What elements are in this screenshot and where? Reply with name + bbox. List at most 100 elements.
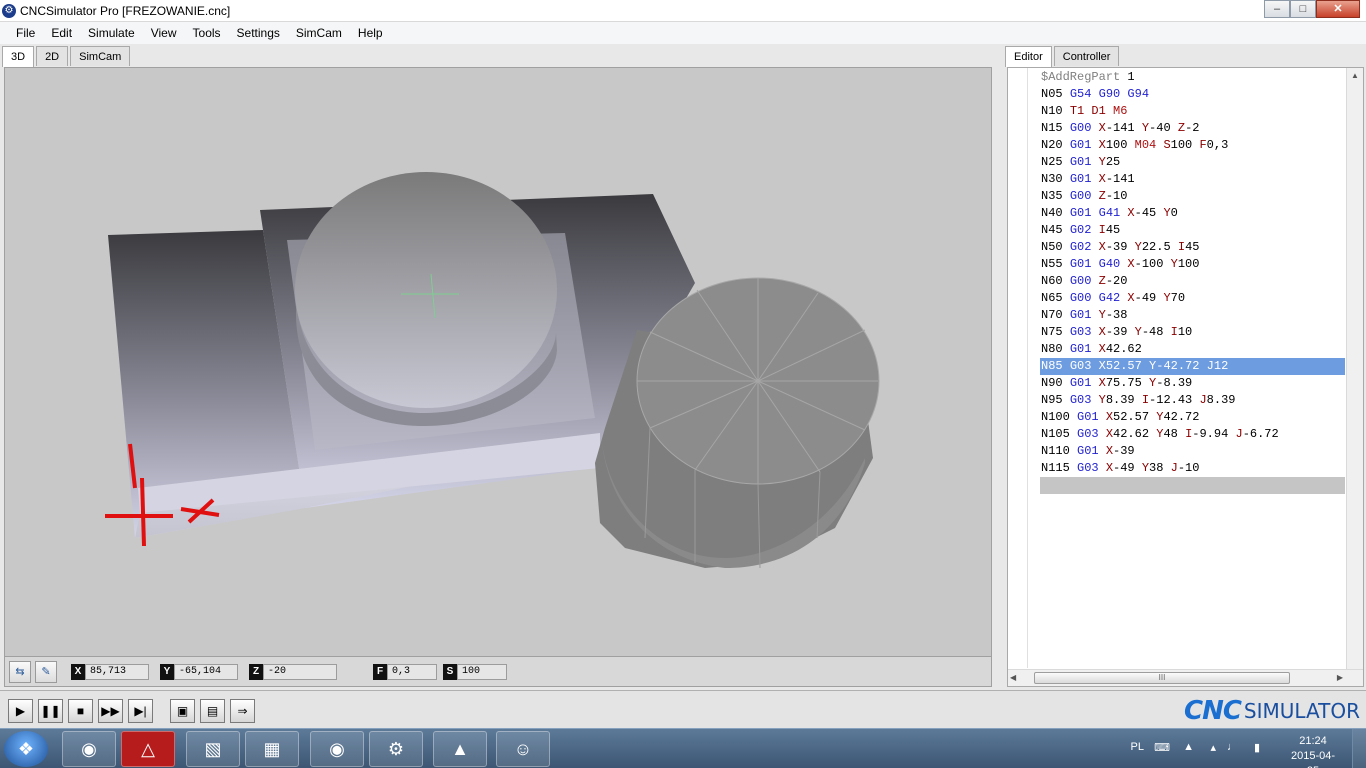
code-line[interactable]: N90 G01 X75.75 Y-8.39 xyxy=(1040,375,1345,392)
code-line[interactable]: N100 G01 X52.57 Y42.72 xyxy=(1040,409,1345,426)
maximize-button[interactable]: □ xyxy=(1290,0,1316,18)
panel-tabs: Editor Controller xyxy=(1005,46,1121,67)
code-line[interactable]: $AddRegPart 1 xyxy=(1040,69,1345,86)
code-line[interactable]: N65 G00 G42 X-49 Y70 xyxy=(1040,290,1345,307)
gimp-icon[interactable]: ☺ xyxy=(496,731,550,767)
acrobat-icon[interactable]: △ xyxy=(121,731,175,767)
file-explorer-icon[interactable]: ▧ xyxy=(186,731,240,767)
code-line[interactable]: N10 T1 D1 M6 xyxy=(1040,103,1345,120)
code-token: -100 xyxy=(1134,257,1171,271)
menu-view[interactable]: View xyxy=(143,22,185,44)
horizontal-scrollbar[interactable]: ◀ III ▶ xyxy=(1008,669,1363,686)
current-edit-line[interactable] xyxy=(1040,477,1345,494)
code-line[interactable]: N105 G03 X42.62 Y48 I-9.94 J-6.72 xyxy=(1040,426,1345,443)
power-icon[interactable]: ▮ xyxy=(1254,741,1260,754)
code-token: 22.5 xyxy=(1141,240,1178,254)
code-line[interactable]: N85 G03 X52.57 Y-42.72 J12 xyxy=(1040,358,1345,375)
save-view-icon[interactable]: ▤ xyxy=(200,699,225,723)
tray-arrow-icon[interactable]: ▲ xyxy=(1183,741,1194,753)
code-token: 0,3 xyxy=(1206,138,1229,152)
code-token: G01 xyxy=(1069,342,1099,356)
code-token: X xyxy=(1098,240,1106,254)
tab-editor[interactable]: Editor xyxy=(1005,46,1052,67)
code-token: N55 xyxy=(1041,257,1070,271)
tab-simcam[interactable]: SimCam xyxy=(70,46,131,66)
play-button[interactable]: ▶ xyxy=(8,699,33,723)
scroll-thumb[interactable]: III xyxy=(1034,672,1290,684)
code-line[interactable]: N20 G01 X100 M04 S100 F0,3 xyxy=(1040,137,1345,154)
export-icon[interactable]: ⇒ xyxy=(230,699,255,723)
speed-coordinate: S 100 xyxy=(443,664,507,680)
code-line[interactable]: N60 G00 Z-20 xyxy=(1040,273,1345,290)
code-token: S xyxy=(1163,138,1171,152)
code-token: -141 xyxy=(1105,121,1142,135)
code-line[interactable]: N30 G01 X-141 xyxy=(1040,171,1345,188)
menu-help[interactable]: Help xyxy=(350,22,391,44)
code-token: N05 xyxy=(1041,87,1070,101)
code-token: I xyxy=(1177,240,1186,254)
code-line[interactable]: N115 G03 X-49 Y38 J-10 xyxy=(1040,460,1345,477)
code-line[interactable]: N110 G01 X-39 xyxy=(1040,443,1345,460)
code-token: -38 xyxy=(1105,308,1128,322)
autocad-icon[interactable]: ▲ xyxy=(433,731,487,767)
menu-tools[interactable]: Tools xyxy=(185,22,229,44)
code-line[interactable]: N15 G00 X-141 Y-40 Z-2 xyxy=(1040,120,1345,137)
code-token: G03 xyxy=(1077,461,1106,475)
code-line[interactable]: N95 G03 Y8.39 I-12.43 J8.39 xyxy=(1040,392,1345,409)
fast-forward-button[interactable]: ▶▶ xyxy=(98,699,123,723)
volume-icon[interactable]: ♩ xyxy=(1227,741,1238,753)
start-button[interactable]: ❖ xyxy=(4,731,48,767)
tab-controller[interactable]: Controller xyxy=(1053,46,1120,66)
frame-view-icon[interactable]: ▣ xyxy=(170,699,195,723)
view-control-icon[interactable]: ⇆ xyxy=(9,661,31,683)
code-line[interactable]: N05 G54 G90 G94 xyxy=(1040,86,1345,103)
tab-3d[interactable]: 3D xyxy=(2,46,35,67)
code-line[interactable]: N50 G02 X-39 Y22.5 I45 xyxy=(1040,239,1345,256)
vertical-scrollbar[interactable]: ▲ xyxy=(1346,68,1363,669)
scroll-right-icon[interactable]: ▶ xyxy=(1337,670,1343,686)
3d-viewport[interactable] xyxy=(4,67,992,657)
scroll-left-icon[interactable]: ◀ xyxy=(1010,670,1016,686)
code-editor[interactable]: $AddRegPart 1 N05 G54 G90 G94 N10 T1 D1 M6… xyxy=(1007,67,1364,687)
tab-2d[interactable]: 2D xyxy=(36,46,69,66)
code-token: -12.43 xyxy=(1149,393,1200,407)
cnc-simulator-task-icon[interactable]: ⚙ xyxy=(369,731,423,767)
code-token: Y xyxy=(1134,240,1142,254)
code-token: -20 xyxy=(1105,274,1128,288)
code-line[interactable]: N80 G01 X42.62 xyxy=(1040,341,1345,358)
menu-simcam[interactable]: SimCam xyxy=(288,22,350,44)
code-line[interactable]: N45 G02 I45 xyxy=(1040,222,1345,239)
language-indicator[interactable]: PL xyxy=(1131,741,1144,753)
code-line[interactable]: N75 G03 X-39 Y-48 I10 xyxy=(1040,324,1345,341)
brush-icon[interactable]: ✎ xyxy=(35,661,57,683)
feed-value: 0,3 xyxy=(387,664,437,680)
minimize-button[interactable]: – xyxy=(1264,0,1290,18)
code-token: G01 G40 xyxy=(1069,257,1128,271)
scroll-up-icon[interactable]: ▲ xyxy=(1347,68,1363,84)
code-token: J xyxy=(1206,359,1214,373)
pause-button[interactable]: ❚❚ xyxy=(38,699,63,723)
code-area[interactable]: $AddRegPart 1 N05 G54 G90 G94 N10 T1 D1 M6… xyxy=(1040,69,1345,494)
show-desktop-button[interactable] xyxy=(1352,729,1366,768)
keyboard-icon[interactable]: ⌨ xyxy=(1154,741,1170,754)
step-button[interactable]: ▶| xyxy=(128,699,153,723)
network-icon[interactable]: ▴ xyxy=(1210,741,1216,754)
code-token: X xyxy=(1098,172,1106,186)
code-line[interactable]: N35 G00 Z-10 xyxy=(1040,188,1345,205)
taskbar-clock[interactable]: 21:24 2015-04-25 xyxy=(1286,734,1340,768)
close-button[interactable]: ✕ xyxy=(1316,0,1360,18)
menu-simulate[interactable]: Simulate xyxy=(80,22,143,44)
code-line[interactable]: N40 G01 G41 X-45 Y0 xyxy=(1040,205,1345,222)
menu-file[interactable]: File xyxy=(8,22,43,44)
stop-button[interactable]: ■ xyxy=(68,699,93,723)
code-token: N110 xyxy=(1041,444,1078,458)
code-line[interactable]: N70 G01 Y-38 xyxy=(1040,307,1345,324)
menu-edit[interactable]: Edit xyxy=(43,22,80,44)
chrome-icon[interactable]: ◉ xyxy=(62,731,116,767)
code-line[interactable]: N55 G01 G40 X-100 Y100 xyxy=(1040,256,1345,273)
chrome-window-icon[interactable]: ◉ xyxy=(310,731,364,767)
code-line[interactable]: N25 G01 Y25 xyxy=(1040,154,1345,171)
calculator-icon[interactable]: ▦ xyxy=(245,731,299,767)
view-tabs: 3D 2D SimCam xyxy=(2,46,132,67)
menu-settings[interactable]: Settings xyxy=(229,22,288,44)
